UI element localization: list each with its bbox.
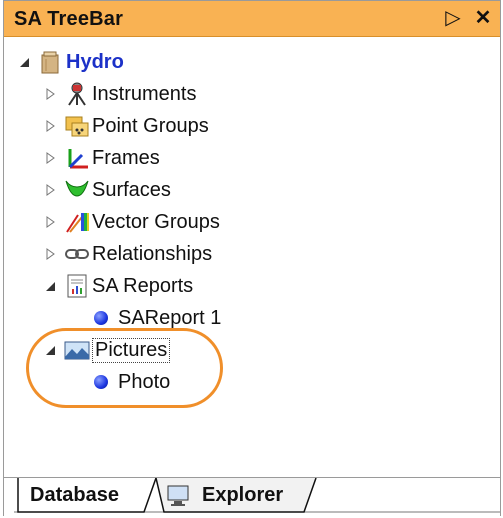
tree-node-sa-reports[interactable]: SA Reports (44, 271, 193, 301)
collapsed-arrow-icon[interactable] (44, 151, 58, 165)
expanded-arrow-icon[interactable] (18, 55, 32, 69)
collapsed-arrow-icon[interactable] (44, 183, 58, 197)
tree-label-vector-groups: Vector Groups (92, 210, 220, 233)
monitor-icon (166, 482, 192, 508)
tree-node-hydro[interactable]: Hydro (18, 47, 124, 77)
tree-label-sa-reports: SA Reports (92, 274, 194, 297)
surface-icon (64, 177, 90, 203)
tree-label-point-groups: Point Groups (92, 114, 209, 137)
hydro-job-icon (38, 49, 64, 75)
tree-label-relationships: Relationships (92, 242, 213, 265)
instrument-icon (64, 81, 90, 107)
tree-node-frames[interactable]: Frames (44, 143, 160, 173)
frame-axes-icon (64, 145, 90, 171)
tab-explorer[interactable]: Explorer (166, 478, 283, 512)
tree-node-relationships[interactable]: Relationships (44, 239, 212, 269)
tree-node-point-groups[interactable]: Point Groups (44, 111, 209, 141)
tab-database[interactable]: Database (30, 478, 119, 512)
expanded-arrow-icon[interactable] (44, 279, 58, 293)
tree-label-hydro: Hydro (66, 50, 124, 73)
panel-title: SA TreeBar (14, 8, 124, 30)
tree-label-instruments: Instruments (92, 82, 197, 105)
collapsed-arrow-icon[interactable] (44, 215, 58, 229)
tab-strip: Database Explorer (4, 477, 500, 516)
bullet-icon (94, 311, 108, 325)
vector-group-icon (64, 209, 90, 235)
tab-database-label: Database (30, 483, 119, 506)
collapsed-arrow-icon[interactable] (44, 87, 58, 101)
tab-explorer-label: Explorer (202, 483, 284, 506)
tree-node-surfaces[interactable]: Surfaces (44, 175, 171, 205)
pin-icon[interactable]: ▷ (441, 5, 465, 31)
close-icon[interactable]: ✕ (471, 5, 495, 31)
panel-titlebar: SA TreeBar ▷ ✕ (4, 1, 500, 37)
report-icon (64, 273, 90, 299)
point-group-icon (64, 113, 90, 139)
collapsed-arrow-icon[interactable] (44, 119, 58, 133)
tree-label-frames: Frames (92, 146, 160, 169)
tree-node-vector-groups[interactable]: Vector Groups (44, 207, 220, 237)
sa-treebar-panel: SA TreeBar ▷ ✕ Hydro Instruments Point G… (3, 0, 501, 516)
relationship-link-icon (64, 241, 90, 267)
tree-label-sareport-1: SAReport 1 (118, 306, 222, 329)
collapsed-arrow-icon[interactable] (44, 247, 58, 261)
tree-label-surfaces: Surfaces (92, 178, 171, 201)
highlight-annotation (26, 328, 223, 408)
tree-node-instruments[interactable]: Instruments (44, 79, 196, 109)
